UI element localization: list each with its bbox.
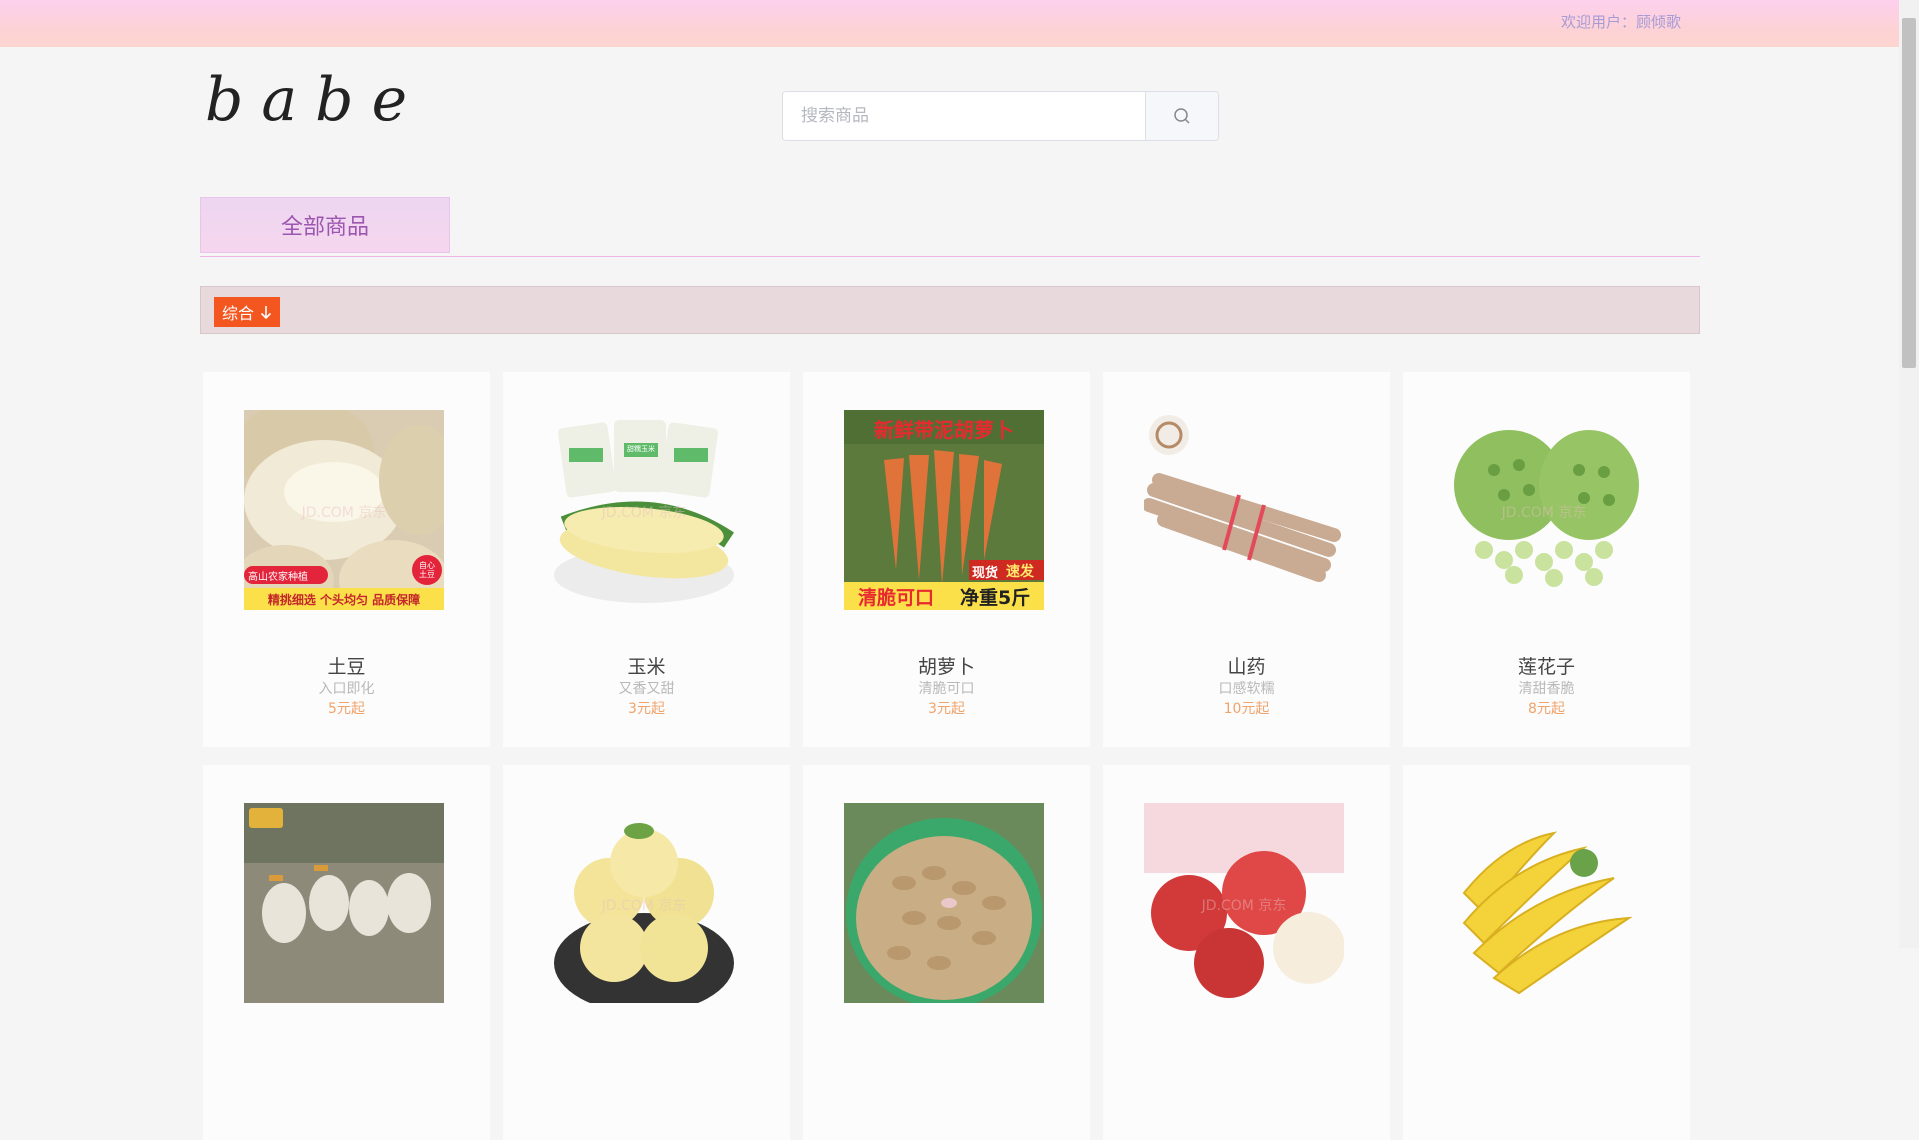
product-name: 土豆 [327,656,366,678]
page-scrollbar[interactable] [1899,0,1919,948]
product-price: 5元起 [328,701,365,717]
product-image-duck [244,803,444,1003]
product-card-carrot[interactable]: 新鲜带泥胡萝卜 现货 速发 清脆可口 净重5斤 胡萝卜 清脆可口 3元起 [803,372,1090,747]
product-image-carrot: 新鲜带泥胡萝卜 现货 速发 清脆可口 净重5斤 [844,410,1044,610]
product-name: 莲花子 [1517,656,1575,678]
corn-pack-label: 甜糯玉米 [627,445,655,453]
carrot-tag-instock: 现货 [972,566,999,581]
sort-bar: 综合 [200,286,1700,334]
product-image-yam [1144,410,1344,610]
tab-all-products[interactable]: 全部商品 [200,197,450,253]
sort-comprehensive-button[interactable]: 综合 [214,297,281,327]
product-card-lotus-seed[interactable]: JD.COM 京东 莲花子 清甜香脆 8元起 [1403,372,1690,747]
product-image-lotus-seed: JD.COM 京东 [1444,410,1644,610]
product-card-peanut[interactable] [803,765,1090,1140]
arrow-down-icon [260,306,272,320]
product-image-pear: JD.COM 京东 [544,803,744,1003]
product-image-peanut [844,803,1044,1003]
product-desc: 口感软糯 [1218,681,1275,697]
search-icon [1174,108,1190,124]
top-bar: 欢迎用户：顾倾歌 [0,0,1899,47]
product-image-corn: JD.COM 京东 甜糯玉米 [544,410,744,610]
product-desc: 又香又甜 [618,681,675,697]
product-image-potato: JD.COM 京东 高山农家种植 自心土豆 精挑细选 个头均匀 品质保障 [244,410,444,610]
image-watermark: JD.COM 京东 [1501,505,1587,521]
product-image-banana [1444,803,1644,1003]
product-image-apple: JD.COM 京东 [1144,803,1344,1003]
image-watermark: JD.COM 京东 [601,898,687,914]
product-name: 山药 [1227,656,1266,678]
potato-badge-quality: 精挑细选 个头均匀 品质保障 [267,593,421,607]
product-price: 8元起 [1528,701,1565,717]
image-watermark: JD.COM 京东 [601,505,687,521]
product-card-yam[interactable]: 山药 口感软糯 10元起 [1103,372,1390,747]
product-card-duck[interactable] [203,765,490,1140]
scrollbar-thumb[interactable] [1902,18,1916,368]
product-name: 玉米 [627,656,666,678]
product-price: 10元起 [1223,701,1270,717]
product-card-potato[interactable]: JD.COM 京东 高山农家种植 自心土豆 精挑细选 个头均匀 品质保障 土豆 … [203,372,490,747]
search-input[interactable] [783,92,1145,140]
username-link[interactable]: 顾倾歌 [1636,13,1681,31]
product-desc: 入口即化 [318,681,375,697]
sort-label: 综合 [222,304,255,323]
site-logo[interactable]: babe [205,60,407,140]
carrot-tag-fast: 速发 [1006,564,1034,580]
product-card-apple[interactable]: JD.COM 京东 [1103,765,1390,1140]
potato-badge-origin: 高山农家种植 [248,572,308,583]
carrot-tagline: 清脆可口 [858,587,935,609]
product-card-banana[interactable] [1403,765,1690,1140]
search-button[interactable] [1145,92,1218,140]
product-desc: 清脆可口 [918,681,975,697]
carrot-weight: 净重5斤 [960,587,1031,609]
potato-badge-brand: 自心土豆 [419,561,435,579]
carrot-headline: 新鲜带泥胡萝卜 [874,418,1014,442]
product-price: 3元起 [928,701,965,717]
welcome-prefix: 欢迎用户： [1560,13,1636,31]
image-watermark: JD.COM 京东 [301,505,387,521]
product-card-corn[interactable]: JD.COM 京东 甜糯玉米 玉米 又香又甜 3元起 [503,372,790,747]
divider [200,256,1700,257]
search-box [782,91,1219,141]
image-watermark: JD.COM 京东 [1201,898,1287,914]
product-name: 胡萝卜 [917,656,975,678]
product-price: 3元起 [628,701,665,717]
product-desc: 清甜香脆 [1518,681,1575,697]
product-card-pear[interactable]: JD.COM 京东 [503,765,790,1140]
welcome-text: 欢迎用户：顾倾歌 [1561,11,1681,32]
